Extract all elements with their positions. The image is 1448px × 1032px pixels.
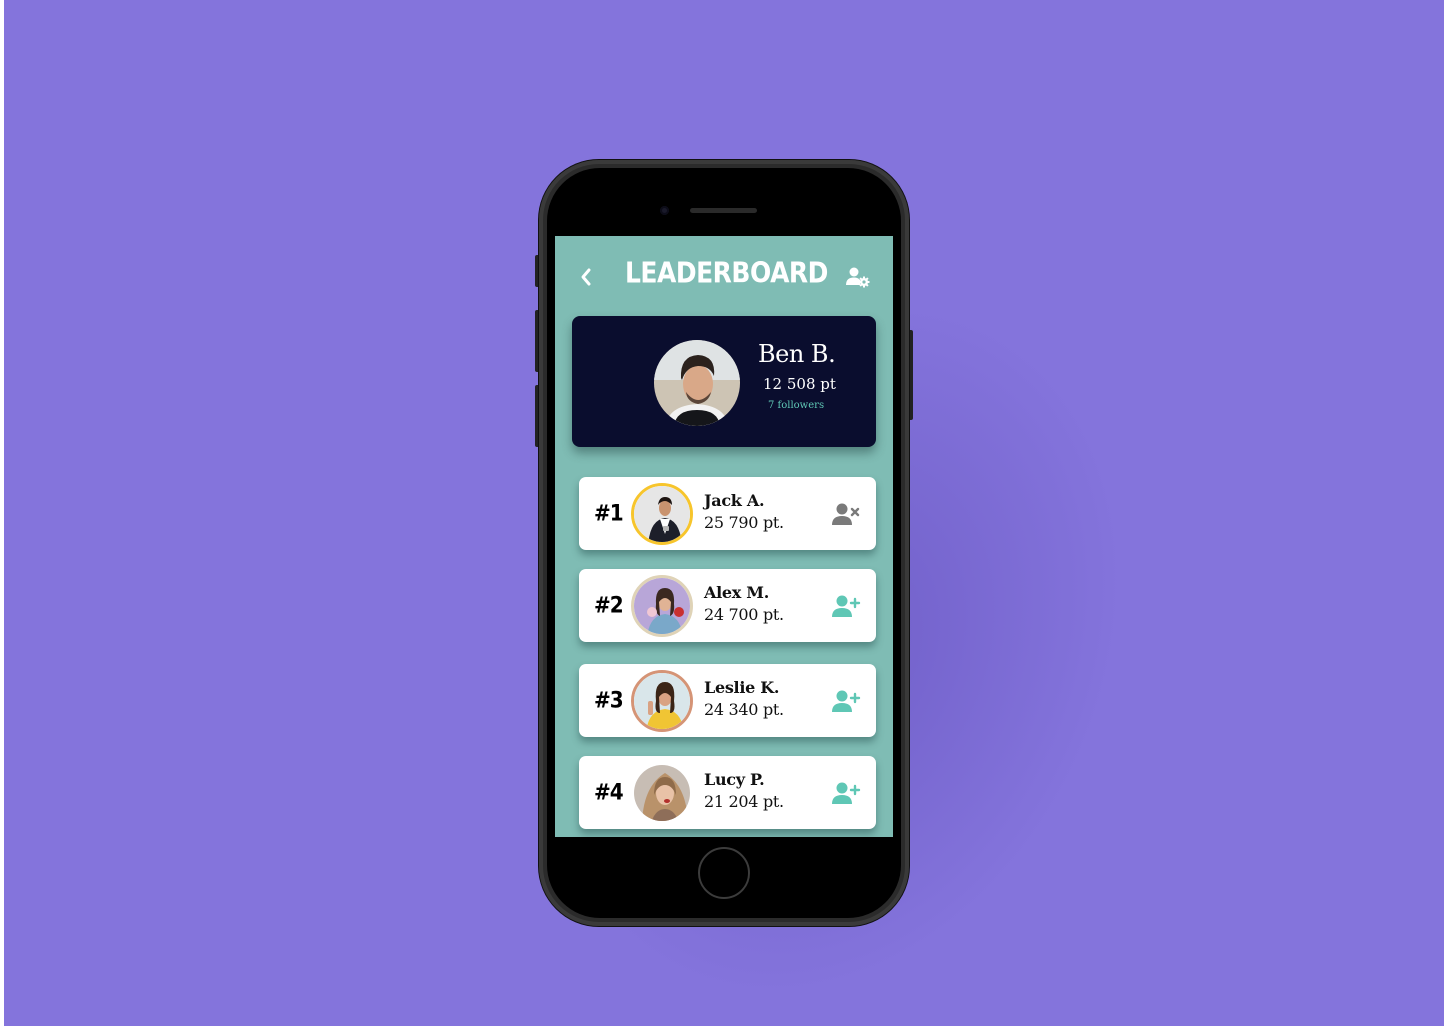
avatar — [631, 670, 693, 732]
current-user-card[interactable]: Ben B. 12 508 pt 7 followers — [572, 316, 876, 447]
back-button[interactable] — [575, 264, 597, 290]
user-photo — [634, 673, 690, 729]
app-screen: LEADERBOARD Ben B. 12 508 pt 7 followers… — [555, 236, 893, 837]
current-user-points: 12 508 pt — [763, 375, 836, 393]
follow-button[interactable] — [831, 688, 861, 714]
add-friend-icon — [832, 595, 861, 617]
user-photo — [634, 486, 690, 542]
player-points: 21 204 pt. — [704, 792, 784, 811]
top-bar: LEADERBOARD — [555, 236, 893, 316]
leaderboard-row[interactable]: #4 Lucy P. 21 204 pt. — [579, 756, 876, 829]
player-points: 25 790 pt. — [704, 513, 784, 532]
avatar — [631, 575, 693, 637]
user-settings-icon — [846, 267, 870, 288]
current-user-followers[interactable]: 7 followers — [768, 400, 824, 411]
user-settings-button[interactable] — [845, 265, 871, 289]
user-photo — [634, 765, 690, 821]
follow-button[interactable] — [831, 780, 861, 806]
remove-friend-icon — [832, 503, 860, 525]
avatar — [654, 340, 740, 426]
rank-label: #4 — [594, 778, 624, 806]
player-points: 24 340 pt. — [704, 700, 784, 719]
add-friend-icon — [832, 690, 861, 712]
rank-label: #2 — [594, 591, 624, 619]
rank-label: #3 — [594, 686, 624, 714]
rank-label: #1 — [594, 499, 624, 527]
home-button[interactable] — [698, 847, 750, 899]
front-camera — [660, 206, 669, 215]
player-points: 24 700 pt. — [704, 605, 784, 624]
user-photo — [634, 578, 690, 634]
add-friend-icon — [832, 782, 861, 804]
player-name: Lucy P. — [704, 770, 765, 789]
chevron-left-icon — [581, 268, 591, 286]
follow-button[interactable] — [831, 593, 861, 619]
page-title: LEADERBOARD — [625, 255, 828, 290]
avatar — [631, 483, 693, 545]
earpiece-speaker — [690, 208, 757, 213]
player-name: Jack A. — [704, 491, 765, 510]
leaderboard-row[interactable]: #3 Leslie K. 24 340 pt. — [579, 664, 876, 737]
player-name: Alex M. — [704, 583, 769, 602]
player-name: Leslie K. — [704, 678, 780, 697]
leaderboard-row[interactable]: #1 Jack A. 25 790 pt. — [579, 477, 876, 550]
unfollow-button[interactable] — [831, 501, 861, 527]
leaderboard-row[interactable]: #2 Alex M. 24 700 pt. — [579, 569, 876, 642]
avatar — [631, 762, 693, 824]
profile-photo — [654, 340, 740, 426]
current-user-name: Ben B. — [758, 340, 836, 368]
